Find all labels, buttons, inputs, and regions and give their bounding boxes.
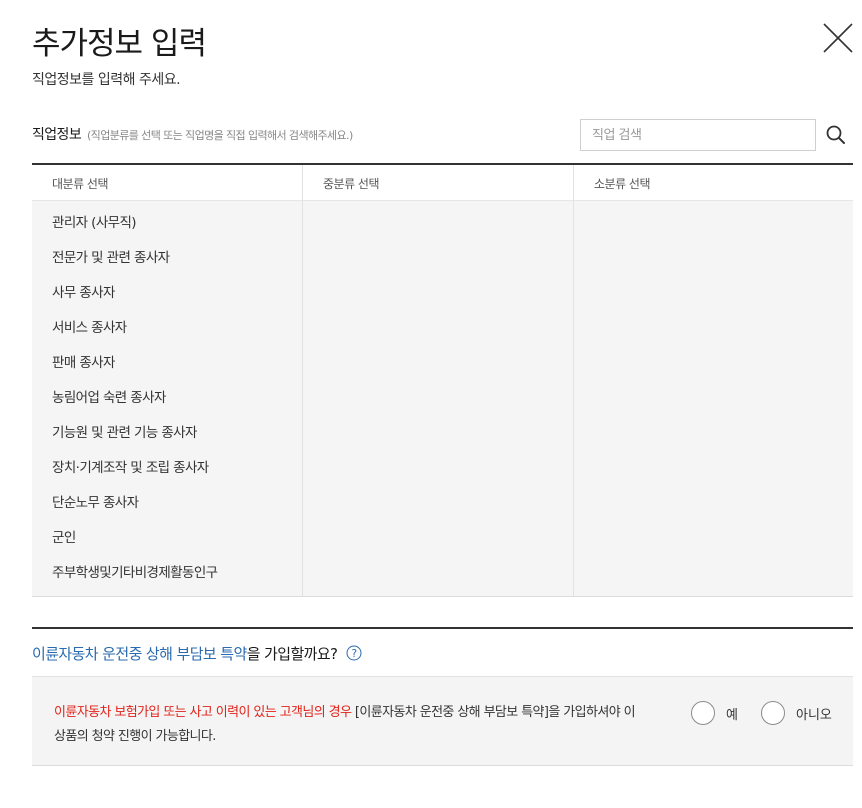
search-icon[interactable] <box>824 123 848 147</box>
major-category-item[interactable]: 기능원 및 관련 기능 종사자 <box>32 415 302 450</box>
minor-category-panel <box>574 201 853 596</box>
middle-category-column: 중분류 선택 <box>302 165 573 596</box>
job-info-heading: 직업정보 (직업분류를 선택 또는 직업명을 직접 입력해서 검색해주세요.) <box>32 124 353 144</box>
question-circle-icon[interactable]: ? <box>346 645 362 661</box>
major-category-item[interactable]: 전문가 및 관련 종사자 <box>32 240 302 275</box>
rider-notice-box: 이륜자동차 보험가입 또는 사고 이력이 있는 고객님의 경우 [이륜자동차 운… <box>32 676 853 766</box>
radio-yes-circle[interactable] <box>691 701 715 725</box>
major-category-item[interactable]: 판매 종사자 <box>32 345 302 380</box>
job-search-input[interactable] <box>580 119 816 151</box>
page-subtitle: 직업정보를 입력해 주세요. <box>32 72 181 88</box>
major-category-item[interactable]: 주부학생및기타비경제활동인구 <box>32 555 302 590</box>
middle-category-header: 중분류 선택 <box>303 165 573 201</box>
job-info-label: 직업정보 <box>32 127 82 143</box>
rider-question: 이륜자동차 운전중 상해 부담보 특약을 가입할까요? ? <box>32 643 362 664</box>
radio-yes-label: 예 <box>726 707 738 723</box>
middle-category-panel <box>303 201 573 596</box>
major-category-item[interactable]: 서비스 종사자 <box>32 310 302 345</box>
radio-yes[interactable]: 예 <box>691 700 738 726</box>
major-category-list: 관리자 (사무직) 전문가 및 관련 종사자 사무 종사자 서비스 종사자 판매 종사자… <box>32 201 302 590</box>
major-category-item[interactable]: 관리자 (사무직) <box>32 205 302 240</box>
job-category-grid: 대분류 선택 관리자 (사무직) 전문가 및 관련 종사자 사무 종사자 서비스 종사… <box>32 163 853 597</box>
rider-name: 이륜자동차 운전중 상해 부담보 특약 <box>32 645 247 663</box>
major-category-item[interactable]: 사무 종사자 <box>32 275 302 310</box>
major-category-item[interactable]: 단순노무 종사자 <box>32 485 302 520</box>
job-info-hint: (직업분류를 선택 또는 직업명을 직접 입력해서 검색해주세요.) <box>86 129 353 142</box>
radio-no-label: 아니오 <box>796 707 832 723</box>
major-category-header: 대분류 선택 <box>32 165 302 201</box>
major-category-item[interactable]: 농림어업 숙련 종사자 <box>32 380 302 415</box>
rider-question-text: 을 가입할까요? <box>246 645 338 663</box>
close-icon[interactable] <box>822 22 854 54</box>
major-category-panel: 관리자 (사무직) 전문가 및 관련 종사자 사무 종사자 서비스 종사자 판매 종사자… <box>32 201 302 596</box>
major-category-column: 대분류 선택 관리자 (사무직) 전문가 및 관련 종사자 사무 종사자 서비스 종사… <box>32 165 302 596</box>
minor-category-column: 소분류 선택 <box>573 165 853 596</box>
minor-category-header: 소분류 선택 <box>574 165 853 201</box>
page-title: 추가정보 입력 <box>32 26 207 62</box>
rider-notice-text: 이륜자동차 보험가입 또는 사고 이력이 있는 고객님의 경우 [이륜자동차 운… <box>54 701 644 749</box>
radio-no[interactable]: 아니오 <box>761 700 832 726</box>
radio-no-circle[interactable] <box>761 701 785 725</box>
major-category-item[interactable]: 장치·기계조작 및 조립 종사자 <box>32 450 302 485</box>
major-category-item[interactable]: 군인 <box>32 520 302 555</box>
section-divider <box>32 627 853 629</box>
svg-text:?: ? <box>351 648 356 660</box>
rider-notice-warning: 이륜자동차 보험가입 또는 사고 이력이 있는 고객님의 경우 <box>54 705 352 720</box>
